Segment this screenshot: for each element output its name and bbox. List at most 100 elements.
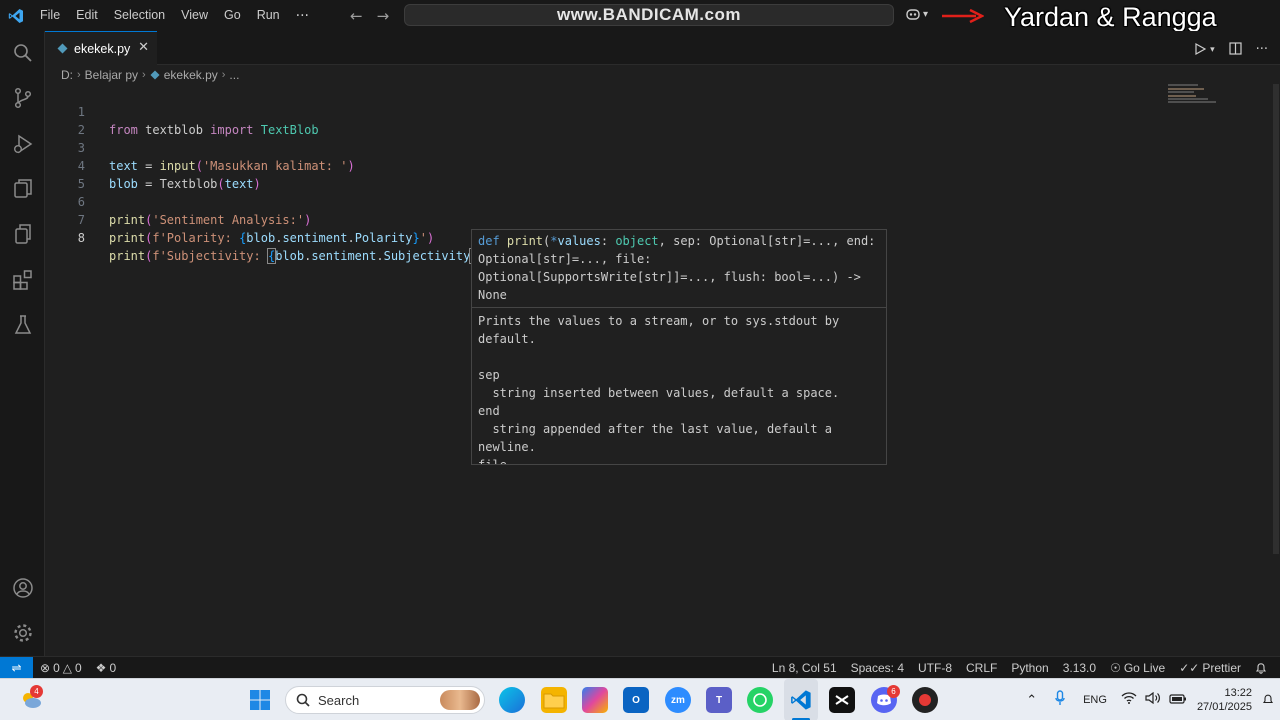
clock-time: 13:22 <box>1224 687 1252 699</box>
hover-signature: def print(*values: object, sep: Optional… <box>472 230 886 308</box>
run-debug-icon[interactable] <box>0 124 45 164</box>
source-control-icon[interactable] <box>0 78 45 118</box>
remote-indicator-icon[interactable]: ⇌ <box>0 656 33 679</box>
minimap[interactable] <box>1166 84 1226 106</box>
menu-more-button[interactable]: ··· <box>288 8 317 24</box>
menu-view[interactable]: View <box>173 0 216 31</box>
run-dropdown-chevron-icon[interactable]: ▾ <box>1210 45 1215 55</box>
chevron-down-icon: ▾ <box>923 8 929 20</box>
encoding[interactable]: UTF-8 <box>911 661 959 675</box>
breadcrumb-more[interactable]: ... <box>229 68 239 82</box>
problems-indicator[interactable]: ⊗ 0 △ 0 <box>33 661 89 675</box>
code-line-1[interactable]: 1 from textblob import TextBlob <box>45 85 1145 137</box>
code-text: print(f'Polarity: {blob.sentiment.Polari… <box>109 231 435 245</box>
end-of-line[interactable]: CRLF <box>959 661 1004 675</box>
notification-center-bell-icon[interactable] <box>1262 693 1274 711</box>
whatsapp-icon[interactable] <box>747 687 773 713</box>
teams-icon[interactable]: T <box>706 687 732 713</box>
ports-indicator[interactable]: ❖ 0 <box>89 661 123 675</box>
code-line-6[interactable]: 6 print('Sentiment Analysis:') <box>45 175 1145 227</box>
menu-go[interactable]: Go <box>216 0 249 31</box>
edge-browser-icon[interactable] <box>499 687 525 713</box>
split-editor-icon[interactable] <box>1228 40 1242 59</box>
cursor-position[interactable]: Ln 8, Col 51 <box>765 661 844 675</box>
wifi-icon[interactable] <box>1117 691 1141 709</box>
run-file-button[interactable] <box>1194 40 1207 59</box>
breadcrumb-drive[interactable]: D: <box>61 68 73 82</box>
windows-start-icon[interactable] <box>247 687 273 713</box>
taskbar-search[interactable]: Search <box>285 686 485 714</box>
breadcrumb-folder[interactable]: Belajar py <box>85 68 138 82</box>
chevron-right-icon: › <box>221 69 226 81</box>
search-placeholder: Search <box>318 692 360 708</box>
vscode-logo-icon <box>0 0 32 31</box>
command-center[interactable]: www.BANDICAM.com <box>404 4 894 26</box>
explorer-search-icon[interactable] <box>0 33 45 73</box>
remote-explorer-icon[interactable] <box>0 169 45 209</box>
overlay-caption: Yardan & Rangga <box>1004 2 1217 32</box>
battery-icon[interactable] <box>1165 691 1191 709</box>
show-hidden-icons-chevron-icon[interactable]: ⌃ <box>1016 692 1047 708</box>
scrollbar-thumb[interactable] <box>1273 84 1279 554</box>
breadcrumb: D: › Belajar py › ekekek.py › ... <box>61 66 239 84</box>
menu-bar: File Edit Selection View Go Run ··· <box>32 0 317 31</box>
outlook-icon[interactable]: O <box>623 687 649 713</box>
chevron-right-icon: › <box>142 69 146 81</box>
chevron-right-icon: › <box>77 69 81 81</box>
indentation[interactable]: Spaces: 4 <box>844 661 911 675</box>
code-line-2[interactable]: 2 <box>45 103 1145 137</box>
extensions-icon[interactable] <box>0 260 45 300</box>
tab-ekekek-py[interactable]: ekekek.py ✕ <box>45 31 157 65</box>
zoom-icon[interactable]: zm <box>665 687 691 713</box>
copilot-button[interactable]: ▾ <box>905 7 928 21</box>
copy-files-icon[interactable] <box>0 214 45 254</box>
settings-gear-icon[interactable] <box>0 613 45 653</box>
weather-badge: 4 <box>30 685 43 698</box>
double-check-icon: ✓✓ <box>1179 661 1200 675</box>
code-line-3[interactable]: 3 text = input('Masukkan kalimat: ') <box>45 121 1145 173</box>
code-line-8[interactable]: 8 print(f'Subjectivity: {blob.sentiment.… <box>45 211 1145 264</box>
editor-actions: ▾ ··· <box>1194 40 1268 59</box>
error-icon: ⊗ <box>40 660 51 675</box>
search-highlight-image <box>440 690 480 710</box>
code-line-7[interactable]: 7 print(f'Polarity: {blob.sentiment.Pola… <box>45 193 1145 245</box>
broadcast-icon: ☉ <box>1110 661 1121 675</box>
account-icon[interactable] <box>0 568 45 608</box>
tab-bar: ekekek.py ✕ ▾ ··· <box>45 31 1280 65</box>
more-actions-icon[interactable]: ··· <box>1256 42 1268 57</box>
python-version[interactable]: 3.13.0 <box>1056 661 1103 675</box>
activity-bar <box>0 31 45 656</box>
windows-taskbar: 4 Search O zm T 6 ⌃ ENG 13:22 27/01/2025 <box>0 678 1280 720</box>
language-mode[interactable]: Python <box>1004 661 1055 675</box>
menu-selection[interactable]: Selection <box>106 0 173 31</box>
vertical-scrollbar[interactable] <box>1271 84 1280 554</box>
capcut-icon[interactable] <box>829 687 855 713</box>
volume-icon[interactable] <box>1141 691 1165 709</box>
warning-icon: △ <box>62 660 72 675</box>
prettier-button[interactable]: ✓✓ Prettier <box>1172 661 1248 675</box>
menu-edit[interactable]: Edit <box>68 0 106 31</box>
microphone-icon[interactable] <box>1047 689 1073 711</box>
hover-documentation: Prints the values to a stream, or to sys… <box>478 314 840 465</box>
language-indicator[interactable]: ENG <box>1073 694 1117 706</box>
title-bar: File Edit Selection View Go Run ··· ← → … <box>0 0 1280 32</box>
tab-close-icon[interactable]: ✕ <box>138 40 149 55</box>
breadcrumb-file[interactable]: ekekek.py <box>164 68 218 82</box>
tab-label: ekekek.py <box>74 41 131 56</box>
testing-flask-icon[interactable] <box>0 305 45 345</box>
back-arrow-icon[interactable]: ← <box>350 7 363 25</box>
python-file-icon <box>57 43 68 54</box>
file-explorer-icon[interactable] <box>541 687 567 713</box>
copilot-app-icon[interactable] <box>582 687 608 713</box>
status-bar: ⇌ ⊗ 0 △ 0 ❖ 0 Ln 8, Col 51 Spaces: 4 UTF-8 … <box>0 656 1280 679</box>
notifications-bell-icon[interactable] <box>1248 662 1274 674</box>
menu-run[interactable]: Run <box>249 0 288 31</box>
code-line-5[interactable]: 5 <box>45 157 1145 191</box>
bandicam-record-icon[interactable] <box>912 687 938 713</box>
go-live-button[interactable]: ☉ Go Live <box>1103 661 1172 675</box>
forward-arrow-icon[interactable]: → <box>377 7 390 25</box>
code-line-4[interactable]: 4 blob = Textblob(text) <box>45 139 1145 191</box>
red-arrow-icon <box>942 8 984 24</box>
menu-file[interactable]: File <box>32 0 68 31</box>
vscode-taskbar-icon[interactable] <box>788 687 814 713</box>
